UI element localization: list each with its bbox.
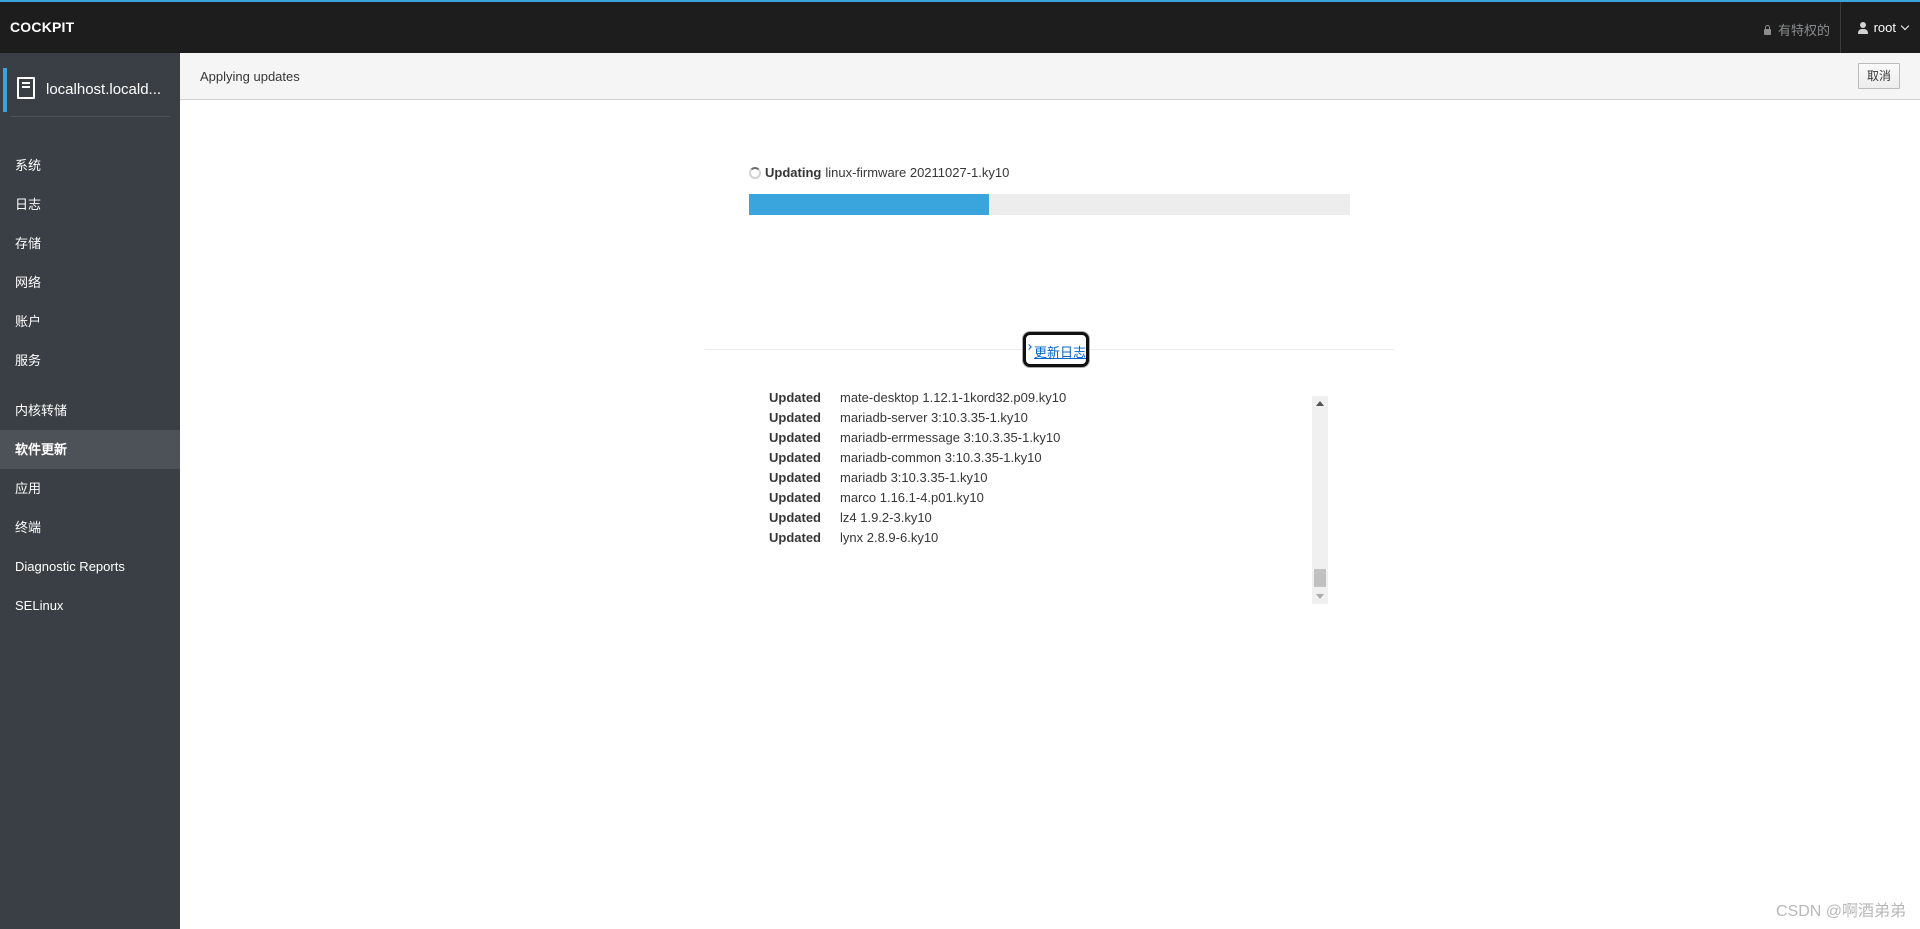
log-entry-package: mariadb-server 3:10.3.35-1.ky10 xyxy=(840,410,1028,425)
scroll-up-icon[interactable] xyxy=(1316,401,1324,406)
update-log-link[interactable]: 更新日志 xyxy=(1034,342,1086,361)
sidebar-item-accounts[interactable]: 账户 xyxy=(0,302,180,341)
log-entry-package: mariadb-common 3:10.3.35-1.ky10 xyxy=(840,450,1042,465)
scrollbar-thumb[interactable] xyxy=(1314,569,1326,587)
log-entry-status: Updated xyxy=(769,410,821,425)
top-navbar: COCKPIT 有特权的 root xyxy=(0,0,1920,53)
update-status: Updating linux-firmware 20211027-1.ky10 xyxy=(749,165,1009,180)
status-label: Updating xyxy=(765,165,822,180)
progress-bar xyxy=(749,194,1350,215)
update-log-toggle[interactable]: 更新日志 xyxy=(1023,332,1089,367)
page-header: Applying updates 取消 xyxy=(180,53,1920,100)
host-color-bar xyxy=(3,68,7,112)
sidebar-item-networking[interactable]: 网络 xyxy=(0,263,180,302)
caret-icon xyxy=(1026,344,1032,350)
log-entry-package: mate-desktop 1.12.1-1kord32.p09.ky10 xyxy=(840,390,1067,405)
log-entry-status: Updated xyxy=(769,470,821,485)
sidebar-item-diagnostic-reports[interactable]: Diagnostic Reports xyxy=(0,547,180,586)
sidebar-item-selinux[interactable]: SELinux xyxy=(0,586,180,625)
sidebar-item-storage[interactable]: 存储 xyxy=(0,224,180,263)
host-name: localhost.locald... xyxy=(46,81,162,98)
log-entry-status: Updated xyxy=(769,450,821,465)
sidebar-item-system[interactable]: 系统 xyxy=(0,146,180,185)
privilege-indicator[interactable]: 有特权的 xyxy=(1763,20,1830,39)
user-menu[interactable]: root xyxy=(1857,20,1910,35)
cancel-button[interactable]: 取消 xyxy=(1857,63,1900,89)
privilege-label: 有特权的 xyxy=(1777,23,1830,38)
main-content: Applying updates 取消 Updating linux-firmw… xyxy=(180,53,1920,929)
scroll-down-icon[interactable] xyxy=(1316,594,1324,599)
sidebar-item-logs[interactable]: 日志 xyxy=(0,185,180,224)
log-scrollbar[interactable] xyxy=(1312,396,1328,604)
page-title: Applying updates xyxy=(200,69,300,84)
brand-logo[interactable]: COCKPIT xyxy=(10,19,74,35)
log-entry-status: Updated xyxy=(769,430,821,445)
update-log: Updated mate-desktop 1.12.1-1kord32.p09.k… xyxy=(749,390,1329,560)
server-icon xyxy=(17,77,35,99)
host-switcher[interactable]: localhost.locald... xyxy=(0,63,180,117)
sidebar: localhost.locald... 系统 日志 存储 网络 账户 服务 内核… xyxy=(0,53,180,929)
progress-bar-fill xyxy=(749,194,990,215)
log-entry-package: lynx 2.8.9-6.ky10 xyxy=(840,530,939,545)
sidebar-item-terminal[interactable]: 终端 xyxy=(0,508,180,547)
lock-icon xyxy=(1763,24,1772,35)
log-entry-package: marco 1.16.1-4.p01.ky10 xyxy=(840,490,984,505)
log-entry-package: mariadb-errmessage 3:10.3.35-1.ky10 xyxy=(840,430,1061,445)
log-entry-package: mariadb 3:10.3.35-1.ky10 xyxy=(840,470,988,485)
spinner-icon xyxy=(749,166,761,179)
log-entry-status: Updated xyxy=(769,510,821,525)
log-entry-status: Updated xyxy=(769,390,821,405)
sidebar-divider xyxy=(10,116,170,117)
log-entry-status: Updated xyxy=(769,530,821,545)
chevron-down-icon xyxy=(1900,21,1910,31)
user-name: root xyxy=(1873,20,1896,35)
log-entry-status: Updated xyxy=(769,490,821,505)
user-icon xyxy=(1857,21,1868,34)
log-entry-package: lz4 1.9.2-3.ky10 xyxy=(840,510,932,525)
current-package: linux-firmware 20211027-1.ky10 xyxy=(825,165,1010,180)
navbar-divider xyxy=(1840,2,1841,53)
sidebar-item-software-updates[interactable]: 软件更新 xyxy=(0,430,180,469)
sidebar-item-services[interactable]: 服务 xyxy=(0,341,180,380)
sidebar-item-kernel-dump[interactable]: 内核转储 xyxy=(0,391,180,430)
sidebar-item-applications[interactable]: 应用 xyxy=(0,469,180,508)
watermark: CSDN @啊酒弟弟 xyxy=(1775,903,1906,920)
